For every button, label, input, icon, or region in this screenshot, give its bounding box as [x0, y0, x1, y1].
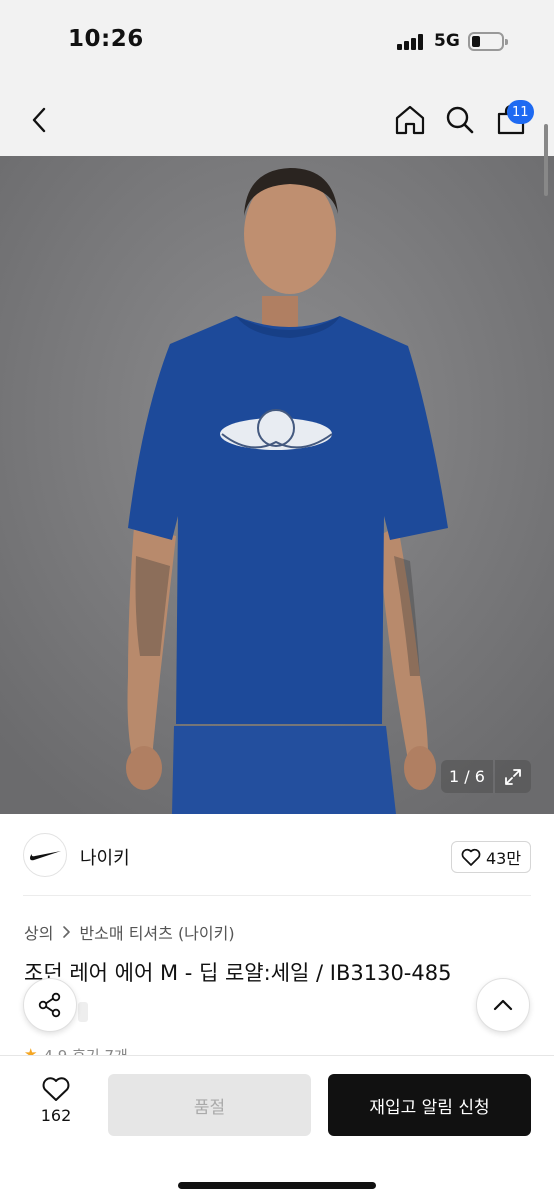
product-photo [0, 156, 554, 814]
brand-like-count: 43만 [485, 849, 522, 868]
tag-chip [78, 1002, 88, 1022]
product-image-gallery[interactable] [0, 156, 554, 814]
expand-icon [505, 768, 521, 785]
chevron-right-icon [63, 926, 71, 938]
home-indicator [178, 1182, 376, 1189]
scroll-to-top-button[interactable] [476, 978, 530, 1032]
home-button[interactable] [390, 98, 430, 142]
share-icon [38, 992, 61, 1018]
divider [23, 895, 531, 896]
brand-like-button[interactable]: 43만 [451, 841, 531, 873]
cart-count-badge: 11 [507, 100, 534, 124]
breadcrumb-subcategory[interactable]: 반소매 티셔츠 (나이키) [79, 920, 234, 944]
soldout-button[interactable]: 품절 [108, 1074, 311, 1136]
brand-name[interactable]: 나이키 [80, 844, 130, 870]
product-title: 조던 레어 에어 M - 딥 로얄:세일 / IB3130-485 [24, 961, 452, 985]
back-arrow-icon [32, 107, 46, 133]
bottom-action-bar: 162 품절 재입고 알림 신청 [0, 1055, 554, 1200]
search-button[interactable] [440, 98, 480, 142]
status-time: 10:26 [68, 26, 144, 52]
fullscreen-button[interactable] [495, 760, 531, 793]
brand-logo[interactable] [23, 833, 67, 877]
scrollbar-thumb[interactable] [544, 124, 548, 196]
signal-icon [397, 34, 425, 50]
status-bar: 10:26 5G [0, 0, 554, 84]
share-button[interactable] [23, 978, 77, 1032]
back-button[interactable] [20, 98, 60, 142]
nike-swoosh-icon [30, 851, 61, 861]
restock-notify-button[interactable]: 재입고 알림 신청 [328, 1074, 531, 1136]
breadcrumb: 상의 반소매 티셔츠 (나이키) [24, 920, 235, 944]
gallery-counter: 1 / 6 [441, 760, 493, 793]
network-type: 5G [434, 31, 460, 51]
wishlist-button[interactable]: 162 [30, 1076, 82, 1134]
home-icon [395, 105, 425, 135]
battery-icon [468, 32, 508, 51]
breadcrumb-category[interactable]: 상의 [24, 920, 53, 944]
heart-icon [42, 1077, 70, 1101]
heart-icon [461, 848, 481, 866]
chevron-up-icon [493, 999, 513, 1011]
brand-row: 나이키 43만 [0, 814, 554, 896]
top-navigation [0, 84, 554, 156]
search-icon [446, 106, 474, 134]
wishlist-count: 162 [40, 1106, 72, 1125]
